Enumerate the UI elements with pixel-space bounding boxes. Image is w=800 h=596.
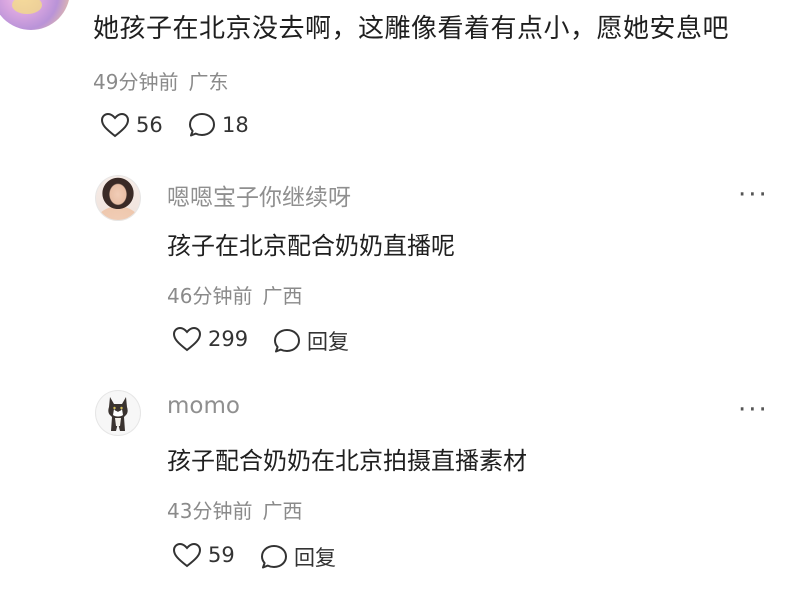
like-button[interactable]: 299 <box>172 326 248 352</box>
username[interactable]: momo <box>167 393 240 419</box>
like-count: 299 <box>208 327 249 351</box>
reply-region: 广西 <box>262 284 303 308</box>
reply-time: 46分钟前 <box>167 284 253 308</box>
heart-icon <box>172 542 202 568</box>
reply-button[interactable]: 18 <box>188 112 249 138</box>
reply-time: 43分钟前 <box>167 499 253 523</box>
avatar[interactable] <box>95 390 141 436</box>
reply-text: 孩子配合奶奶在北京拍摄直播素材 <box>167 447 527 475</box>
reply-region: 广西 <box>262 499 303 523</box>
reply-meta: 46分钟前 广西 <box>167 280 302 309</box>
reply-meta: 43分钟前 广西 <box>167 495 302 524</box>
cat-avatar-image <box>108 397 128 431</box>
like-count: 56 <box>136 113 163 137</box>
more-options-icon[interactable]: ··· <box>738 180 769 210</box>
comment-text: 她孩子在北京没去啊，这雕像看着有点小，愿她安息吧 <box>93 14 730 44</box>
reply-button[interactable]: 回复 <box>260 542 336 572</box>
avatar[interactable] <box>0 0 70 30</box>
like-count: 59 <box>208 543 235 567</box>
like-button[interactable]: 59 <box>172 542 235 568</box>
reply-text: 孩子在北京配合奶奶直播呢 <box>167 232 455 260</box>
reply-label: 回复 <box>294 546 336 570</box>
avatar[interactable] <box>95 175 141 221</box>
comment-region: 广东 <box>188 70 229 94</box>
more-options-icon[interactable]: ··· <box>738 395 769 425</box>
reply-button[interactable]: 回复 <box>273 326 349 356</box>
comment-time: 49分钟前 <box>93 70 179 94</box>
reply-label: 回复 <box>307 330 349 354</box>
comment-icon <box>273 328 301 354</box>
heart-icon <box>172 326 202 352</box>
like-button[interactable]: 56 <box>100 112 163 138</box>
comment-meta: 49分钟前 广东 <box>93 66 228 95</box>
reply-count: 18 <box>222 113 249 137</box>
heart-icon <box>100 112 130 138</box>
comment-icon <box>188 112 216 138</box>
comment-icon <box>260 544 288 570</box>
username[interactable]: 嗯嗯宝子你继续呀 <box>167 178 351 212</box>
